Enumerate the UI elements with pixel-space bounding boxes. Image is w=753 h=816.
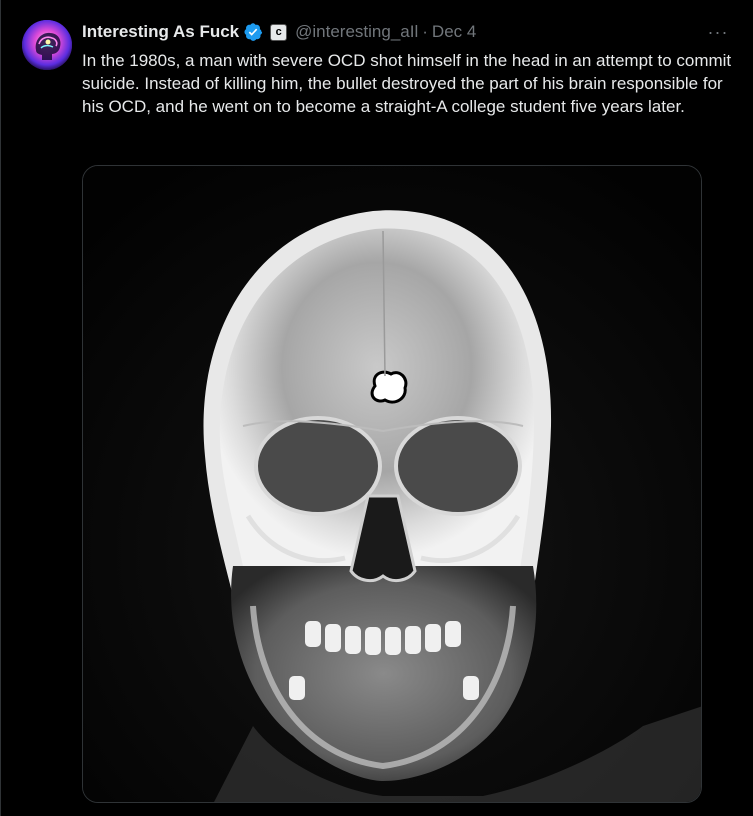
separator-dot: · xyxy=(422,22,428,41)
tweet-header: Interesting As Fuck c @interesting_aIl ·… xyxy=(82,20,723,44)
verified-badge-icon[interactable] xyxy=(243,22,263,42)
display-name[interactable]: Interesting As Fuck xyxy=(82,22,239,42)
tweet-article[interactable]: Interesting As Fuck c @interesting_aIl ·… xyxy=(0,0,753,816)
skull-xray-image xyxy=(83,166,701,802)
tweet-date[interactable]: Dec 4 xyxy=(432,22,476,42)
user-handle[interactable]: @interesting_aIl xyxy=(295,22,418,42)
avatar[interactable] xyxy=(22,20,72,70)
affiliate-badge-icon[interactable]: c xyxy=(270,23,288,41)
avatar-brain-icon xyxy=(22,20,72,70)
more-options-icon[interactable]: ··· xyxy=(705,20,731,44)
tweet-media-image[interactable] xyxy=(82,165,702,803)
tweet-text: In the 1980s, a man with severe OCD shot… xyxy=(82,51,732,116)
